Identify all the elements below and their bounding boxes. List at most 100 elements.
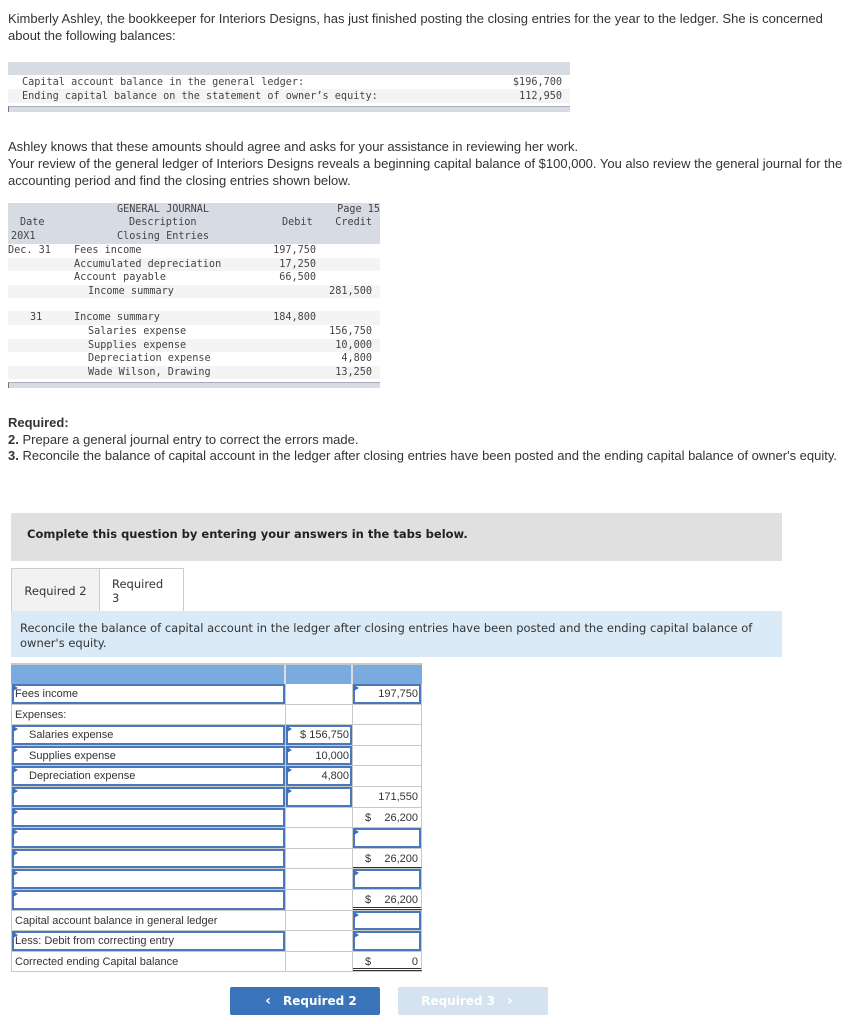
journal-credit: 4,800 [341,353,372,365]
table-row: Less: Debit from correcting entry [11,931,422,952]
table-row: Expenses: [11,704,422,726]
amount-input[interactable]: 10,000 [286,745,353,766]
total-cell: $26,200 [353,889,422,910]
amount-input[interactable]: 4,800 [286,766,353,786]
tab-bar: Required 2 Required 3 [11,568,184,612]
journal-description: Income summary [88,285,174,297]
total-input[interactable] [353,931,422,951]
input-box[interactable] [353,869,421,889]
total-input[interactable] [353,910,422,931]
total-cell [353,745,422,766]
balances-footer-bar [8,106,570,112]
header-cell [353,665,422,684]
total-input[interactable] [353,828,422,848]
total-value: $26,200 [365,808,418,828]
total-number: 0 [411,955,418,968]
next-required-3-button[interactable]: Required 3 › [398,987,548,1015]
amount-cell [286,848,353,869]
dollar-sign: $ [365,893,372,906]
table-row: 171,550 [11,786,422,808]
dollar-sign: $ [365,811,372,824]
amount-number: 4,800 [321,770,349,783]
journal-credit: 13,250 [335,366,372,378]
header-debit: Debit [282,217,313,228]
total-input[interactable] [353,869,422,889]
total-value: $26,200 [365,890,418,910]
header-credit: Credit [335,217,372,228]
input-box[interactable] [353,931,421,951]
journal-row: Accumulated depreciation 17,250 [8,257,380,272]
tab-required-3[interactable]: Required 3 [99,568,184,612]
balance-label: Capital account balance in the general l… [22,76,305,88]
label-input[interactable]: Depreciation expense [11,766,286,786]
label-input[interactable] [11,848,286,869]
row-label: Salaries expense [29,729,114,742]
review-line-1: Ashley knows that these amounts should a… [8,139,579,154]
balance-label: Ending capital balance on the statement … [22,90,378,102]
required-item-3-number: 3. [8,448,19,463]
amount-cell [286,828,353,848]
total-cell: $0 [353,951,422,972]
amount-input[interactable] [286,786,353,807]
journal-date: Dec. 31 [8,245,51,256]
table-row: $26,200 [11,889,422,911]
journal-row: Salaries expense 156,750 [8,325,380,339]
intro-paragraph: Kimberly Ashley, the bookkeeper for Inte… [8,11,823,43]
input-box[interactable] [12,869,285,889]
table-row: Corrected ending Capital balance $0 [11,951,422,973]
required-item-2-number: 2. [8,431,19,447]
total-cell [353,704,422,725]
row-label: Capital account balance in general ledge… [15,914,218,927]
label-input[interactable]: Supplies expense [11,745,286,766]
required-heading: Required: [8,415,69,430]
input-box[interactable] [12,786,285,807]
journal-description: Accumulated depreciation [74,258,222,270]
reconciliation-table: Fees income 197,750 Expenses: Salaries expe… [11,663,422,973]
label-input[interactable]: Salaries expense [11,725,286,745]
balance-row: Ending capital balance on the statement … [8,89,570,103]
input-box[interactable] [12,848,285,869]
table-row [11,828,422,849]
amount-cell [286,684,353,704]
label-input[interactable] [11,807,286,828]
table-row: Capital account balance in general ledge… [11,910,422,932]
label-input[interactable] [11,786,286,807]
total-cell: $26,200 [353,848,422,869]
table-row: Fees income 197,750 [11,684,422,705]
amount-input[interactable]: $ 156,750 [286,725,353,745]
required-section: Required: 2. Prepare a general journal e… [8,415,844,465]
header-date: Date [20,217,45,228]
journal-description: Depreciation expense [88,353,211,365]
journal-description: Income summary [74,312,160,324]
amount-value: $ 156,750 [300,725,349,745]
label-input[interactable] [11,869,286,889]
journal-row: Dec. 31 Fees income 197,750 [8,244,380,258]
general-journal: GENERAL JOURNAL Page 15 Date Description… [8,203,380,389]
previous-required-2-button[interactable]: ‹ Required 2 [230,987,380,1015]
amount-cell [286,869,353,889]
input-box[interactable] [12,889,285,910]
input-box[interactable] [12,807,285,828]
required-item-2: 2. Prepare a general journal entry to co… [8,432,844,449]
tab-required-2[interactable]: Required 2 [11,568,99,612]
journal-description: Account payable [74,272,167,284]
label-input[interactable] [11,889,286,910]
label-input[interactable]: Fees income [11,684,286,704]
label-cell: Corrected ending Capital balance [11,951,286,972]
table-row: Supplies expense 10,000 [11,745,422,767]
journal-title: GENERAL JOURNAL [117,204,210,215]
input-box[interactable] [353,828,421,848]
input-box[interactable] [286,786,352,807]
journal-row: Account payable 66,500 [8,271,380,285]
journal-debit: 17,250 [279,258,316,270]
input-box[interactable] [12,828,285,848]
label-input[interactable]: Less: Debit from correcting entry [11,931,286,951]
total-input[interactable]: 197,750 [353,684,422,704]
chevron-right-icon: › [507,993,513,1009]
complete-question-banner: Complete this question by entering your … [11,513,782,561]
balance-row: Capital account balance in the general l… [8,75,570,89]
label-input[interactable] [11,828,286,848]
input-box[interactable] [353,910,421,931]
balance-value: 112,950 [519,90,562,102]
row-label: Supplies expense [29,749,116,762]
